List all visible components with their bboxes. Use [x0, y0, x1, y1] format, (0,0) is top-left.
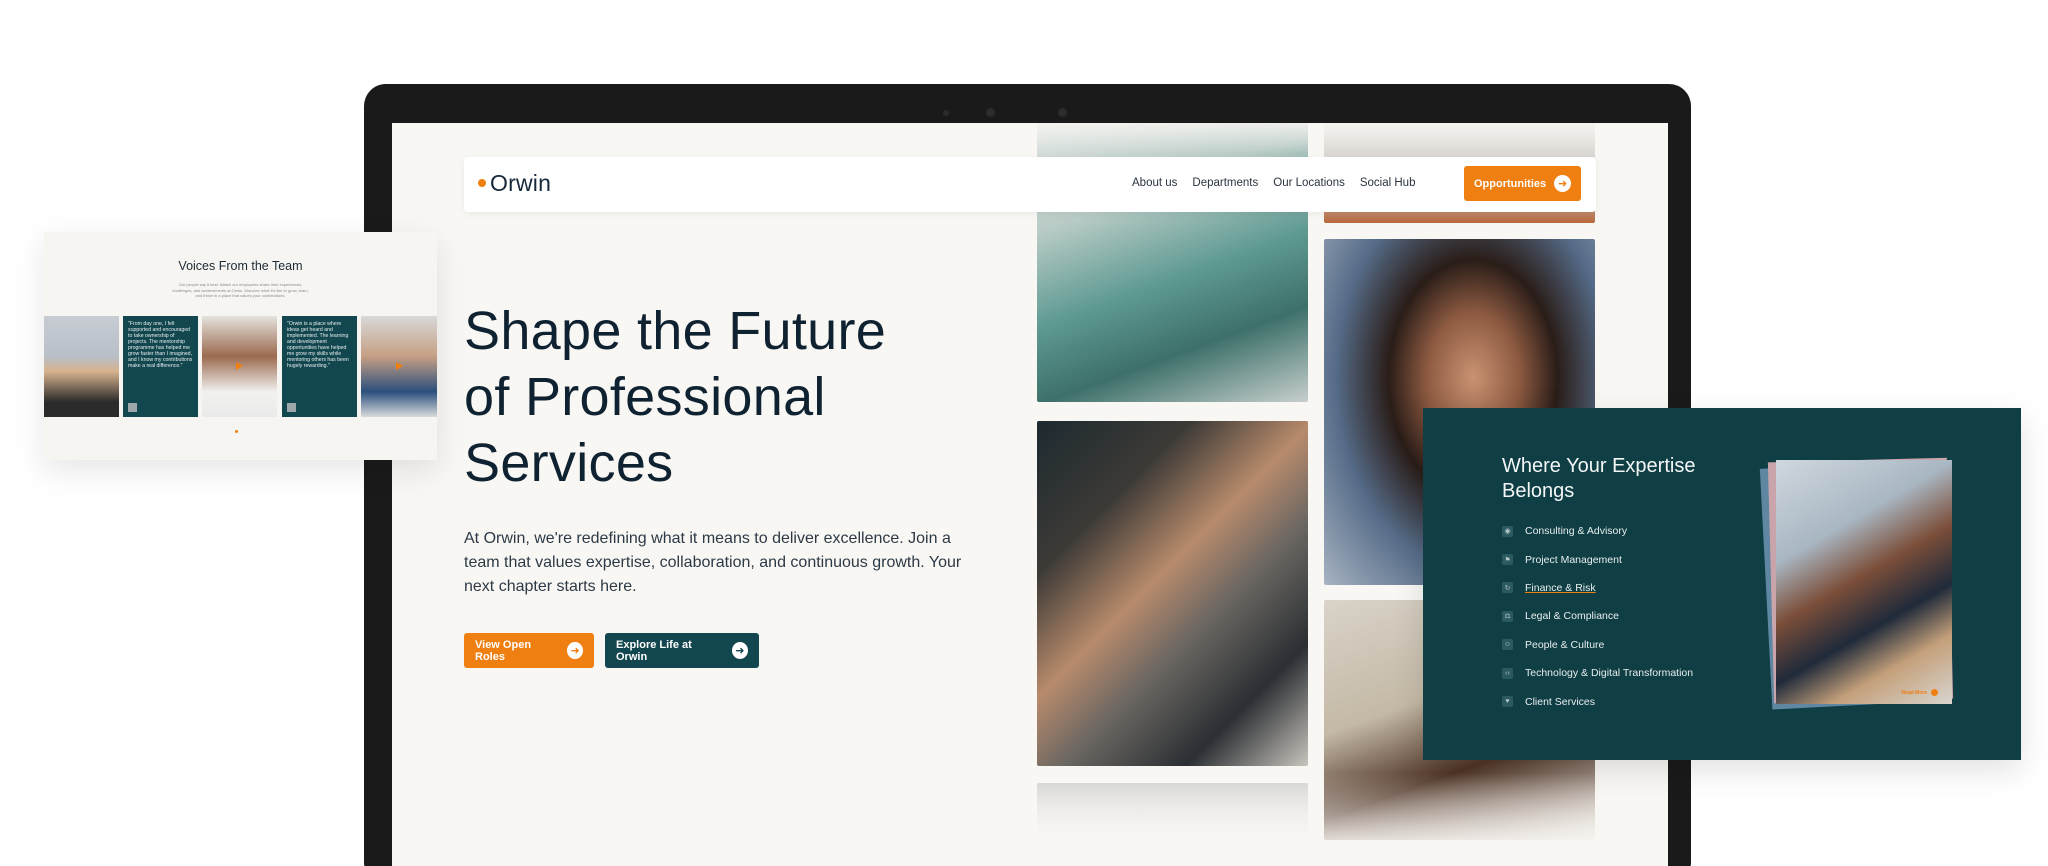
- heart-icon: ♥: [1502, 696, 1513, 708]
- expertise-item-label: Technology & Digital Transformation: [1525, 667, 1694, 680]
- carousel-dot[interactable]: [235, 430, 238, 433]
- expertise-item-project-management[interactable]: ⚑ Project Management: [1502, 545, 1693, 573]
- expertise-item-client-services[interactable]: ♥ Client Services: [1502, 687, 1693, 715]
- voice-quote-card: "Orwin is a place where ideas get heard …: [282, 316, 357, 417]
- arrow-right-icon: [1931, 689, 1938, 696]
- navbar: Orwin About us Departments Our Locations…: [464, 157, 1596, 212]
- avatar: [287, 403, 296, 412]
- sensor-dot: [943, 110, 949, 116]
- nav-about-us[interactable]: About us: [1132, 177, 1177, 189]
- expertise-item-people[interactable]: ☺ People & Culture: [1502, 631, 1693, 659]
- voice-photo-man[interactable]: [202, 316, 277, 417]
- logo-text: Orwin: [490, 170, 552, 196]
- hero-title: Shape the Future of Professional Service…: [464, 301, 887, 493]
- arrow-right-icon: ➜: [731, 642, 748, 659]
- expertise-item-label: Legal & Compliance: [1525, 610, 1619, 623]
- camera-dot: [986, 108, 995, 117]
- explore-life-label: Explore Life at Orwin: [616, 638, 692, 663]
- expertise-item-legal[interactable]: ⚖ Legal & Compliance: [1502, 602, 1693, 630]
- expertise-card: Where Your Expertise Belongs ◉ Consultin…: [1423, 408, 2021, 760]
- read-more-link[interactable]: Read More: [1901, 689, 1938, 696]
- expertise-list: ◉ Consulting & Advisory ⚑ Project Manage…: [1502, 517, 1693, 716]
- voice-photo-older-man[interactable]: [361, 316, 437, 417]
- expertise-item-label: Client Services: [1525, 695, 1596, 708]
- expertise-item-finance-risk[interactable]: ↻ Finance & Risk: [1502, 574, 1693, 602]
- person-icon: ◉: [1502, 525, 1513, 537]
- nav-social-hub[interactable]: Social Hub: [1360, 177, 1416, 189]
- hero-buttons: View Open Roles ➜ Explore Life at Orwin …: [464, 633, 759, 668]
- refresh-icon: ↻: [1502, 582, 1513, 594]
- expertise-item-label: Project Management: [1525, 553, 1622, 566]
- avatar: [128, 403, 137, 412]
- nav-our-locations[interactable]: Our Locations: [1273, 177, 1345, 189]
- nav-departments[interactable]: Departments: [1192, 177, 1258, 189]
- play-icon[interactable]: [236, 362, 243, 370]
- voice-author: [287, 403, 299, 412]
- photo-laughing-woman: [1037, 421, 1308, 766]
- play-icon[interactable]: [396, 362, 403, 370]
- arrow-right-icon: ➜: [1554, 175, 1572, 192]
- voice-quote-text: "From day one, I felt supported and enco…: [128, 321, 193, 369]
- marketing-composite: Orwin About us Departments Our Locations…: [0, 0, 2048, 866]
- arrow-right-icon: ➜: [567, 642, 583, 659]
- logo-dot-icon: [478, 178, 486, 187]
- logo[interactable]: Orwin: [478, 170, 551, 197]
- voice-author: [128, 403, 140, 412]
- nav-links: About us Departments Our Locations Socia…: [1132, 177, 1415, 189]
- voices-card: Voices From the Team Our people say it b…: [44, 232, 437, 460]
- expertise-item-technology[interactable]: ‹› Technology & Digital Transformation: [1502, 659, 1693, 687]
- photo-fade-top: [1012, 123, 1632, 153]
- voices-subtitle: Our people say it best. Watch our employ…: [172, 282, 309, 298]
- expertise-photo: Read More: [1776, 460, 1952, 704]
- opportunities-button[interactable]: Opportunities ➜: [1464, 166, 1581, 201]
- hero-subtitle: At Orwin, we're redefining what it means…: [464, 530, 962, 595]
- sensor-dot: [1058, 108, 1067, 117]
- code-icon: ‹›: [1502, 667, 1513, 679]
- expertise-title: Where Your Expertise Belongs: [1502, 455, 1696, 502]
- expertise-item-label: People & Culture: [1525, 638, 1605, 651]
- expertise-item-label: Consulting & Advisory: [1525, 525, 1628, 538]
- view-open-roles-label: View Open Roles: [475, 638, 532, 663]
- photo-fade: [1012, 773, 1632, 866]
- gavel-icon: ⚖: [1502, 610, 1513, 622]
- flag-icon: ⚑: [1502, 554, 1513, 566]
- voice-photo-woman[interactable]: [44, 316, 119, 417]
- group-icon: ☺: [1502, 639, 1513, 651]
- expertise-item-consulting[interactable]: ◉ Consulting & Advisory: [1502, 517, 1693, 545]
- voice-quote-text: "Orwin is a place where ideas get heard …: [287, 321, 349, 369]
- read-more-label: Read More: [1901, 689, 1927, 696]
- view-open-roles-button[interactable]: View Open Roles ➜: [464, 633, 594, 668]
- voice-quote-card: "From day one, I felt supported and enco…: [123, 316, 198, 417]
- voices-title: Voices From the Team: [178, 259, 303, 273]
- explore-life-button[interactable]: Explore Life at Orwin ➜: [605, 633, 759, 668]
- opportunities-label: Opportunities: [1474, 177, 1547, 190]
- expertise-item-label: Finance & Risk: [1525, 581, 1596, 594]
